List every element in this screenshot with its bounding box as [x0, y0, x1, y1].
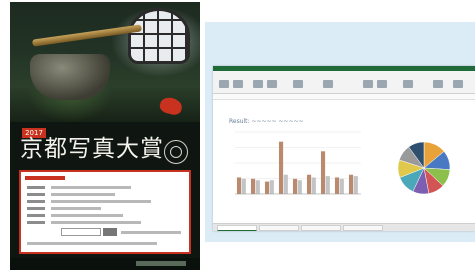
info-row-key — [27, 221, 45, 224]
spreadsheet-window: Result: ~~~~~ ~~~~~ — [213, 66, 475, 231]
info-row-key — [27, 207, 45, 210]
sheet-tab[interactable] — [259, 225, 299, 231]
toolbar-icon — [267, 80, 277, 88]
info-row-key — [27, 200, 45, 203]
toolbar-icon — [323, 80, 333, 88]
info-row-value — [27, 242, 157, 245]
stone-basin — [30, 54, 110, 100]
bar — [292, 178, 298, 194]
poster-footer — [10, 258, 200, 270]
toolbar-icon — [433, 80, 443, 88]
shoji-window — [128, 8, 190, 64]
toolbar-icon — [219, 80, 229, 88]
bar — [348, 174, 354, 194]
bar — [334, 177, 340, 194]
toolbar-icon — [453, 80, 463, 88]
bar — [236, 177, 242, 194]
sheet-tabs — [213, 223, 475, 231]
info-row-value — [51, 200, 151, 203]
formula-bar — [213, 94, 475, 100]
ribbon-toolbar — [213, 71, 475, 94]
bar — [255, 180, 260, 194]
bar — [339, 178, 344, 194]
bar — [297, 180, 302, 194]
toolbar-icon — [363, 80, 373, 88]
bar — [264, 181, 270, 194]
panel-header-bar — [25, 176, 65, 180]
toolbar-icon — [377, 80, 387, 88]
seal-emblem-icon — [164, 140, 188, 164]
info-row-value — [51, 207, 101, 210]
bar — [269, 180, 274, 194]
bar — [325, 176, 330, 194]
toolbar-icon — [403, 80, 413, 88]
info-row-key — [27, 193, 45, 196]
toolbar-icon — [253, 80, 263, 88]
info-row-value — [51, 193, 115, 196]
sponsor-logo — [136, 261, 186, 266]
bar — [353, 176, 358, 194]
bar — [320, 151, 326, 194]
toolbar-icon — [233, 80, 243, 88]
info-row-value — [121, 231, 181, 234]
bar — [311, 177, 316, 194]
info-row-value — [51, 186, 131, 189]
bar — [283, 174, 288, 194]
bar — [278, 141, 284, 194]
bar — [250, 178, 256, 194]
sheet-tab[interactable] — [301, 225, 341, 231]
pie-chart — [397, 141, 451, 195]
entry-field — [61, 228, 101, 236]
sheet-tab[interactable] — [217, 225, 257, 231]
contest-poster: 2017 京都写真大賞 — [10, 2, 200, 270]
info-row-value — [51, 214, 123, 217]
entry-info-panel — [19, 170, 191, 254]
sheet-tab[interactable] — [343, 225, 383, 231]
bar-chart — [235, 131, 361, 195]
info-row-value — [51, 221, 141, 224]
sheet-heading: Result: ~~~~~ ~~~~~ — [229, 118, 304, 125]
bar — [306, 174, 312, 194]
bar — [241, 178, 246, 194]
toolbar-icon — [293, 80, 303, 88]
entry-button — [103, 228, 117, 236]
info-row-key — [27, 186, 45, 189]
info-row-key — [27, 214, 45, 217]
